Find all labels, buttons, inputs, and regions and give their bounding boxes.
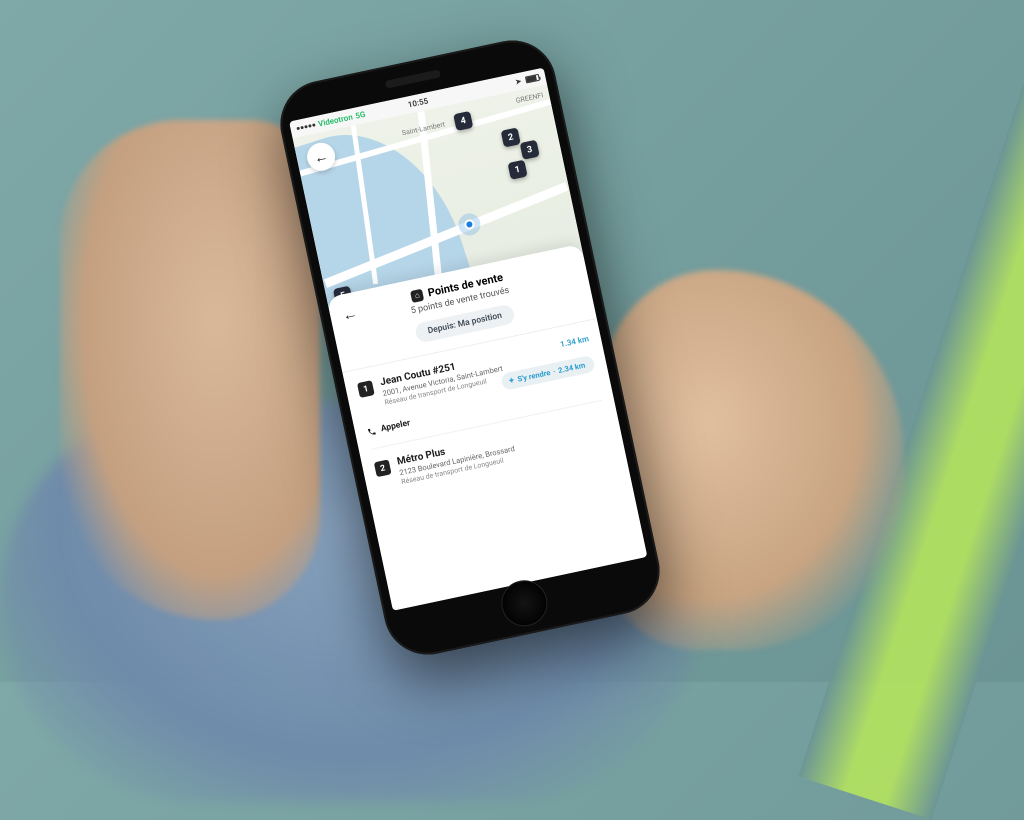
photo-hand-left: [60, 120, 320, 620]
arrow-left-icon: ←: [341, 304, 359, 325]
go-label: S'y rendre: [517, 368, 552, 384]
store-icon: ⌂: [410, 288, 424, 302]
battery-icon: [525, 74, 540, 84]
network-label: 5G: [355, 110, 367, 121]
location-icon: ➤: [514, 77, 522, 87]
call-label: Appeler: [380, 418, 411, 434]
result-distance: 1.34 km: [559, 334, 589, 349]
map-marker[interactable]: 3: [520, 140, 540, 160]
navigate-icon: ✦: [508, 376, 516, 386]
map-marker[interactable]: 4: [453, 111, 473, 131]
results-sheet: ← ⌂ Points de vente 5 points de vente tr…: [327, 244, 648, 611]
result-index-badge: 1: [357, 380, 375, 398]
result-index-badge: 2: [374, 459, 392, 477]
map-marker[interactable]: 2: [501, 127, 521, 147]
phone-icon: [366, 426, 377, 437]
arrow-left-icon: ←: [312, 147, 329, 167]
go-distance: 2.34 km: [557, 361, 586, 376]
clock: 10:55: [407, 96, 429, 109]
sheet-back-button[interactable]: ←: [340, 302, 359, 325]
map-marker[interactable]: 1: [507, 160, 527, 180]
signal-icon: [296, 123, 315, 130]
